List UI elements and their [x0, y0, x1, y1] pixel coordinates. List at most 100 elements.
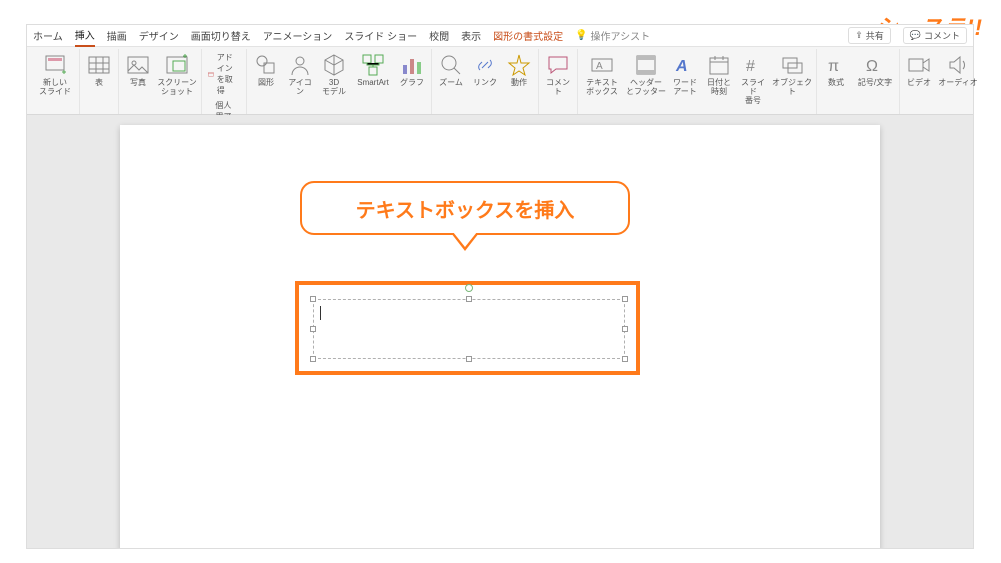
pictures-label: 写真 [130, 79, 146, 88]
tab-design[interactable]: デザイン [139, 25, 179, 46]
tab-insert[interactable]: 挿入 [75, 24, 95, 47]
video-label: ビデオ [907, 79, 931, 88]
resize-handle-bl[interactable] [310, 356, 316, 362]
new-slide-button[interactable]: 新しい スライド [35, 51, 75, 99]
icons-icon [288, 53, 312, 77]
3dmodels-button[interactable]: 3D モデル [319, 51, 349, 99]
calendar-icon [707, 53, 731, 77]
audio-button[interactable]: オーディオ [938, 51, 978, 90]
zoom-icon [439, 53, 463, 77]
tell-me-assist[interactable]: 💡 操作アシスト [575, 28, 650, 43]
table-icon [87, 53, 111, 77]
object-label: オブジェクト [772, 79, 812, 97]
shapes-icon [254, 53, 278, 77]
tab-shape-format[interactable]: 図形の書式設定 [493, 25, 563, 46]
textbox-label: テキスト ボックス [586, 79, 618, 97]
group-text: A テキスト ボックス ヘッダー とフッター A ワード アート 日付と 時刻 … [578, 49, 817, 114]
comment-button[interactable]: コメント [543, 51, 573, 99]
shapes-button[interactable]: 図形 [251, 51, 281, 90]
screenshot-button[interactable]: スクリーン ショット [157, 51, 197, 99]
shapes-label: 図形 [258, 79, 274, 88]
header-footer-icon [634, 53, 658, 77]
callout-text: テキストボックスを挿入 [356, 194, 575, 223]
get-addins-button[interactable]: アドインを取得 [206, 51, 242, 97]
screenshot-label: スクリーン ショット [157, 79, 197, 97]
pictures-button[interactable]: 写真 [123, 51, 153, 90]
group-media: ビデオ オーディオ [900, 49, 982, 114]
resize-handle-br[interactable] [622, 356, 628, 362]
tab-transitions[interactable]: 画面切り替え [191, 25, 251, 46]
ribbon-tabs: ホーム 挿入 描画 デザイン 画面切り替え アニメーション スライド ショー 校… [27, 25, 973, 47]
resize-handle-r[interactable] [622, 326, 628, 332]
svg-text:A: A [596, 61, 603, 72]
omega-icon: Ω [863, 53, 887, 77]
link-icon [473, 53, 497, 77]
assist-label: 操作アシスト [591, 28, 651, 43]
bulb-icon: 💡 [575, 30, 587, 41]
share-button[interactable]: ⇪ 共有 [848, 27, 891, 44]
icons-label: アイコン [285, 79, 315, 97]
link-button[interactable]: リンク [470, 51, 500, 90]
tab-home[interactable]: ホーム [33, 25, 63, 46]
inserted-textbox[interactable] [313, 299, 625, 359]
hash-icon: # [741, 53, 765, 77]
new-slide-icon [43, 53, 67, 77]
date-time-button[interactable]: 日付と 時刻 [704, 51, 734, 99]
smartart-label: SmartArt [357, 79, 389, 88]
audio-label: オーディオ [938, 79, 977, 88]
wordart-button[interactable]: A ワード アート [670, 51, 700, 99]
icons-button[interactable]: アイコン [285, 51, 315, 99]
slide-canvas[interactable]: テキストボックスを挿入 [120, 125, 880, 548]
comment-label: コメント [924, 29, 960, 42]
chart-button[interactable]: グラフ [397, 51, 427, 90]
cube-icon [322, 53, 346, 77]
tab-slideshow[interactable]: スライド ショー [344, 25, 417, 46]
chart-label: グラフ [400, 79, 424, 88]
resize-handle-tl[interactable] [310, 296, 316, 302]
slide-workspace: テキストボックスを挿入 [27, 115, 973, 548]
table-button[interactable]: 表 [84, 51, 114, 90]
link-label: リンク [473, 79, 497, 88]
resize-handle-b[interactable] [466, 356, 472, 362]
svg-text:π: π [828, 58, 839, 75]
ribbon-insert: 新しい スライド 表 写真 スクリーン ショット [27, 47, 973, 115]
annotation-highlight [295, 281, 640, 375]
group-slides: 新しい スライド [31, 49, 80, 114]
date-time-label: 日付と 時刻 [707, 79, 731, 97]
tab-view[interactable]: 表示 [461, 25, 481, 46]
wordart-label: ワード アート [673, 79, 697, 97]
new-slide-label: 新しい スライド [39, 79, 71, 97]
equation-button[interactable]: π 数式 [821, 51, 851, 90]
audio-icon [946, 53, 970, 77]
share-icon: ⇪ [855, 30, 863, 41]
textbox-icon: A [590, 53, 614, 77]
header-footer-button[interactable]: ヘッダー とフッター [626, 51, 666, 99]
action-label: 動作 [511, 79, 527, 88]
action-button[interactable]: 動作 [504, 51, 534, 90]
video-button[interactable]: ビデオ [904, 51, 934, 90]
resize-handle-l[interactable] [310, 326, 316, 332]
pi-icon: π [824, 53, 848, 77]
tab-draw[interactable]: 描画 [107, 25, 127, 46]
action-icon [507, 53, 531, 77]
wordart-icon: A [673, 53, 697, 77]
object-button[interactable]: オブジェクト [772, 51, 812, 99]
textbox-button[interactable]: A テキスト ボックス [582, 51, 622, 99]
svg-text:#: # [746, 58, 755, 75]
resize-handle-t[interactable] [466, 296, 472, 302]
rotate-handle[interactable] [465, 284, 473, 292]
resize-handle-tr[interactable] [622, 296, 628, 302]
get-addins-label: アドインを取得 [217, 52, 240, 96]
zoom-button[interactable]: ズーム [436, 51, 466, 90]
group-tables: 表 [80, 49, 119, 114]
pictures-icon [126, 53, 150, 77]
symbol-label: 記号/文字 [858, 79, 892, 88]
table-label: 表 [95, 79, 103, 88]
slide-number-button[interactable]: # スライド 番号 [738, 51, 768, 107]
smartart-button[interactable]: SmartArt [353, 51, 393, 90]
comments-button[interactable]: 💬 コメント [903, 27, 967, 44]
symbol-button[interactable]: Ω 記号/文字 [855, 51, 895, 90]
tab-animations[interactable]: アニメーション [263, 25, 333, 46]
smartart-icon [361, 53, 385, 77]
tab-review[interactable]: 校閲 [429, 25, 449, 46]
